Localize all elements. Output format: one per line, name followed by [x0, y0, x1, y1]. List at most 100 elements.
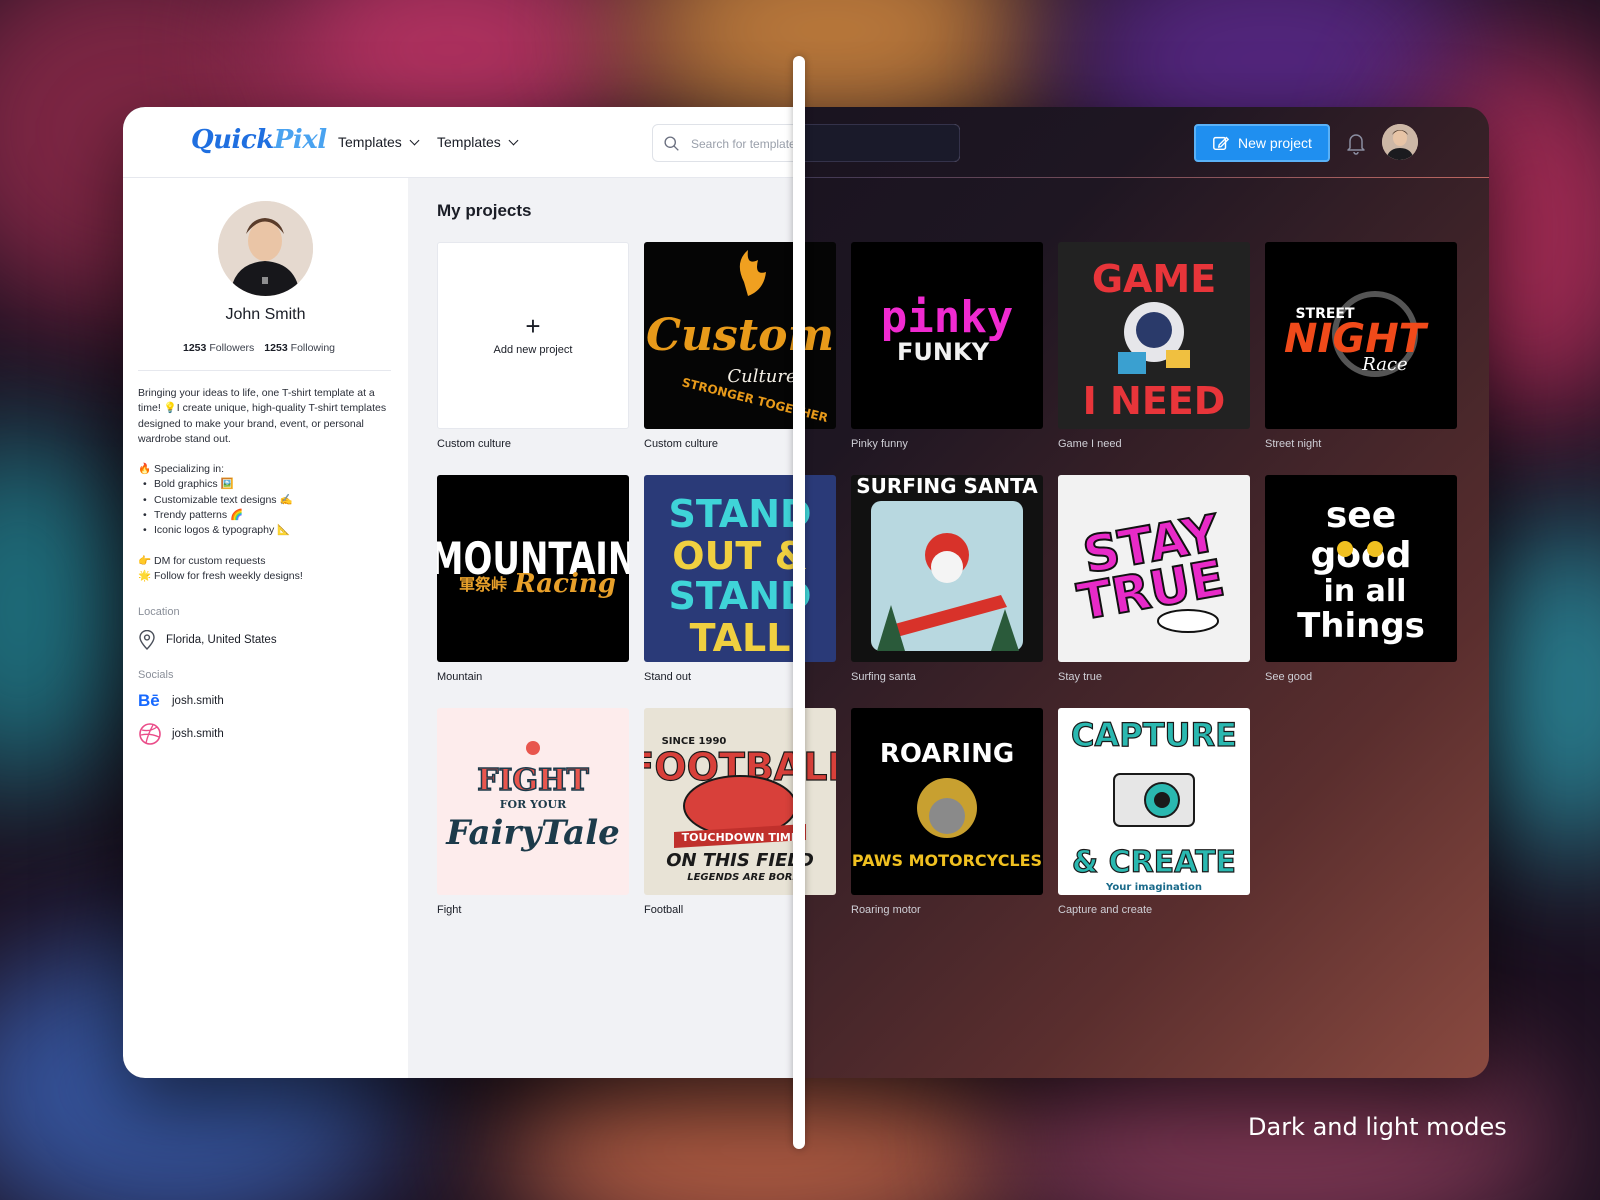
add-project-label: Add new project — [493, 344, 573, 356]
dribbble-handle: josh.smith — [172, 728, 224, 740]
project-caption: Roaring motor — [851, 904, 921, 916]
project-card-game[interactable]: GAME I NEED — [1058, 242, 1250, 429]
specialty-item: Trendy patterns 🌈 — [138, 508, 396, 524]
following-stat[interactable]: 1253 Following — [264, 342, 335, 354]
project-card-custom-culture[interactable]: Custom Culture STRONGER TOGETHER — [644, 242, 836, 429]
project-caption: Custom culture — [437, 438, 511, 450]
roaring-motor-artwork: ROARING PAWS MOTORCYCLES — [852, 739, 1042, 870]
nav-templates-1[interactable]: Templates — [338, 134, 420, 150]
svg-text:FOR YOUR: FOR YOUR — [500, 798, 567, 811]
user-avatar[interactable] — [1382, 124, 1418, 160]
project-card-street-night[interactable]: STREET NIGHT Race — [1265, 242, 1457, 429]
social-behance[interactable]: Bē josh.smith — [138, 691, 224, 711]
surfing-santa-artwork: SURFING SANTA — [856, 475, 1038, 651]
location-row: Florida, United States — [138, 630, 277, 650]
svg-text:TOUCHDOWN TIME: TOUCHDOWN TIME — [682, 831, 799, 844]
specialties-list: Bold graphics 🖼️ Customizable text desig… — [138, 477, 396, 538]
svg-text:good: good — [1310, 535, 1411, 576]
project-caption: Game I need — [1058, 438, 1122, 450]
svg-text:FIGHT: FIGHT — [477, 763, 589, 798]
specialty-item: Iconic logos & typography 📐 — [138, 523, 396, 539]
see-good-artwork: see good in all Things — [1297, 495, 1425, 646]
followers-label: Followers — [209, 342, 255, 354]
project-card-pinky-funny[interactable]: pinky FUNKY — [851, 242, 1043, 429]
football-artwork: SINCE 1990 FOOTBALL TOUCHDOWN TIME ON TH… — [644, 736, 836, 883]
chevron-down-icon — [409, 135, 420, 145]
project-caption: Mountain — [437, 671, 483, 683]
socials-label: Socials — [138, 669, 174, 681]
project-caption: Street night — [1265, 438, 1322, 450]
custom-culture-artwork: Custom Culture STRONGER TOGETHER — [646, 250, 834, 425]
pinky-funky-artwork: pinky FUNKY — [881, 292, 1013, 366]
project-caption: Stand out — [644, 671, 692, 683]
svg-text:SURFING SANTA: SURFING SANTA — [856, 475, 1038, 498]
stay-true-artwork: STAY TRUE — [1072, 503, 1230, 633]
profile-avatar — [218, 201, 313, 296]
social-dribbble[interactable]: josh.smith — [138, 722, 224, 746]
location-value: Florida, United States — [166, 634, 277, 646]
following-count: 1253 — [264, 342, 288, 354]
project-card-capture-create[interactable]: CAPTURE & CREATE Your imagination — [1058, 708, 1250, 895]
followers-stat[interactable]: 1253 Followers — [183, 342, 254, 354]
project-caption: See good — [1265, 671, 1313, 683]
bell-icon[interactable] — [1345, 131, 1367, 155]
nav-label: Templates — [338, 134, 402, 150]
project-caption: Surfing santa — [851, 671, 916, 683]
specialty-item: Customizable text designs ✍️ — [138, 493, 396, 509]
following-label: Following — [290, 342, 336, 354]
bio-cta-dm: 👉 DM for custom requests — [138, 554, 266, 567]
followers-count: 1253 — [183, 342, 207, 354]
svg-text:Race: Race — [1361, 354, 1407, 375]
project-card-stay-true[interactable]: STAY TRUE — [1058, 475, 1250, 662]
chevron-down-icon — [508, 135, 519, 145]
street-night-artwork: STREET NIGHT Race — [1284, 291, 1429, 377]
profile-name: John Smith — [225, 306, 306, 323]
app-window: QuickPixl Templates Templates Search for… — [123, 107, 1489, 1078]
game-i-need-artwork: GAME I NEED — [1083, 257, 1226, 423]
project-card-mountain[interactable]: MOUNTAIN 軍祭峠 Racing — [437, 475, 629, 662]
svg-text:軍祭峠: 軍祭峠 — [459, 575, 507, 594]
project-card-fight[interactable]: FIGHT FOR YOUR FairyTale — [437, 708, 629, 895]
logo-quick-text: Quick — [191, 125, 274, 155]
bio-specializing-label: 🔥 Specializing in: — [138, 463, 225, 476]
logo-pixl-text: Pixl — [273, 125, 327, 155]
caption-text: Dark and light modes — [1248, 1113, 1507, 1141]
add-project-card[interactable]: + Add new project — [437, 242, 629, 429]
svg-text:GAME: GAME — [1092, 257, 1216, 301]
svg-text:ON THIS FIELD: ON THIS FIELD — [666, 850, 814, 871]
svg-text:Culture: Culture — [727, 366, 796, 387]
divider — [138, 370, 391, 371]
dribbble-icon — [139, 723, 161, 745]
stand-out-artwork: STAND OUT & STAND TALL — [668, 492, 811, 660]
project-card-surfing-santa[interactable]: SURFING SANTA — [851, 475, 1043, 662]
top-bar: QuickPixl Templates Templates Search for… — [123, 107, 1489, 178]
bio-intro: Bringing your ideas to life, one T-shirt… — [138, 387, 387, 445]
svg-text:I NEED: I NEED — [1083, 379, 1226, 423]
behance-handle: josh.smith — [172, 695, 224, 707]
svg-text:Custom: Custom — [646, 310, 834, 361]
svg-text:FUNKY: FUNKY — [897, 338, 990, 366]
project-card-football[interactable]: SINCE 1990 FOOTBALL TOUCHDOWN TIME ON TH… — [644, 708, 836, 895]
search-input-dark-half[interactable] — [805, 124, 960, 162]
svg-text:see: see — [1326, 495, 1396, 536]
map-pin-icon — [139, 630, 155, 650]
project-card-see-good[interactable]: see good in all Things — [1265, 475, 1457, 662]
search-icon — [664, 136, 679, 151]
new-project-button[interactable]: New project — [1194, 124, 1330, 162]
light-dark-split-handle[interactable] — [793, 56, 805, 1149]
project-caption: Football — [644, 904, 684, 916]
nav-templates-2[interactable]: Templates — [437, 134, 519, 150]
profile-sidebar: John Smith 1253 Followers 1253 Following B… — [123, 178, 408, 1078]
svg-text:OUT &: OUT & — [672, 534, 807, 578]
project-card-roaring-motor[interactable]: ROARING PAWS MOTORCYCLES — [851, 708, 1043, 895]
svg-text:Your imagination: Your imagination — [1105, 882, 1202, 893]
fight-artwork: FIGHT FOR YOUR FairyTale — [445, 741, 620, 853]
specialty-item: Bold graphics 🖼️ — [138, 477, 396, 493]
project-card-stand-out[interactable]: STAND OUT & STAND TALL — [644, 475, 836, 662]
project-caption: Pinky funny — [851, 438, 908, 450]
quickpixl-logo[interactable]: QuickPixl — [191, 125, 327, 155]
capture-create-artwork: CAPTURE & CREATE Your imagination — [1070, 715, 1237, 893]
project-caption: Stay true — [1058, 671, 1103, 683]
projects-title: My projects — [437, 201, 532, 220]
svg-text:Things: Things — [1297, 606, 1425, 646]
